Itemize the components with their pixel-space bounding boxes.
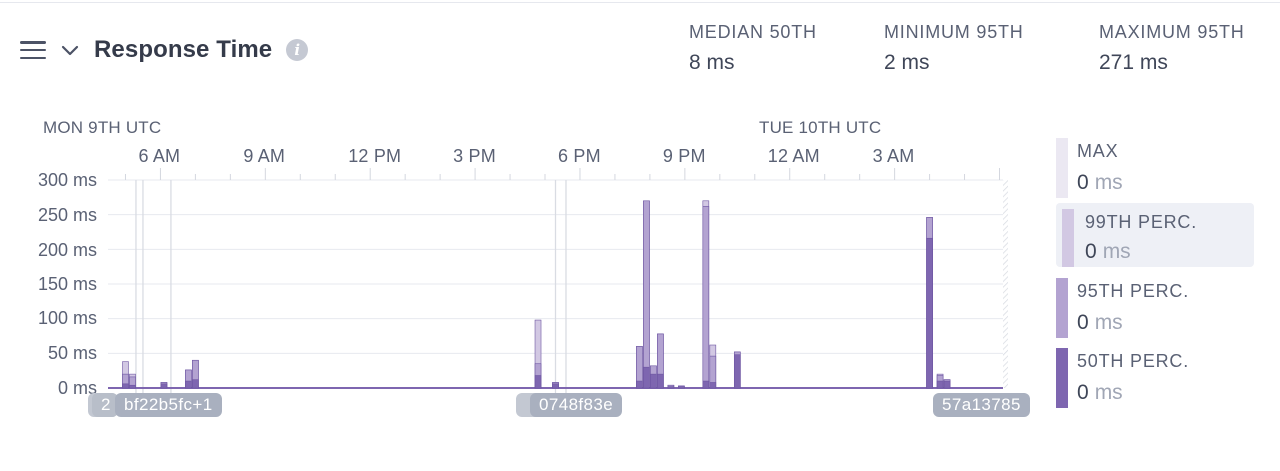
legend-value: 0 ms — [1085, 240, 1131, 263]
legend-label: MAX — [1077, 141, 1119, 161]
commit-pill[interactable]: 0748f83e — [530, 393, 623, 417]
bar-p50 — [709, 382, 717, 389]
bar-p50 — [733, 354, 741, 389]
bar-p50 — [552, 383, 559, 389]
bar-p50 — [185, 380, 192, 389]
legend-label: 50TH PERC. — [1077, 351, 1190, 371]
bar-p50 — [657, 373, 664, 389]
legend-value: 0 ms — [1077, 381, 1123, 404]
bar-p50 — [192, 379, 199, 389]
response-time-chart[interactable] — [0, 0, 1050, 420]
bar-p50 — [160, 383, 168, 389]
commit-pill[interactable]: bf22b5fc+1 — [115, 393, 222, 417]
stat-label: MAXIMUM 95TH — [1099, 22, 1245, 42]
future-hatch — [1003, 180, 1008, 388]
bar-p95 — [643, 200, 650, 389]
bar-p50 — [926, 237, 933, 389]
legend-value: 0 ms — [1077, 311, 1123, 334]
legend-swatch — [1062, 209, 1074, 267]
legend-item-99th[interactable]: 99TH PERC. 0 ms — [1056, 203, 1254, 267]
bar-p50 — [650, 373, 657, 389]
bar-p50 — [702, 380, 710, 389]
bar-p50 — [667, 386, 675, 389]
stat-maximum-95th: MAXIMUM 95TH 271 ms — [1099, 22, 1245, 75]
commit-pill[interactable]: 57a13785 — [933, 393, 1030, 417]
legend-swatch — [1056, 278, 1068, 338]
bar-p50 — [936, 380, 944, 389]
bar-p50 — [129, 384, 136, 389]
bar-p50 — [636, 380, 643, 389]
bar-p50 — [122, 383, 129, 389]
bar-p50 — [534, 375, 542, 389]
bar-p95 — [702, 206, 710, 389]
legend-item-50th[interactable]: 50TH PERC. 0 ms — [1056, 348, 1254, 412]
bar-p50 — [678, 386, 685, 389]
legend-value: 0 ms — [1077, 171, 1123, 194]
legend-label: 95TH PERC. — [1077, 281, 1190, 301]
legend-item-max[interactable]: MAX 0 ms — [1056, 138, 1254, 202]
legend-label: 99TH PERC. — [1085, 212, 1198, 232]
stat-value: 271 ms — [1099, 51, 1168, 74]
legend-swatch — [1056, 348, 1068, 408]
legend-item-95th[interactable]: 95TH PERC. 0 ms — [1056, 278, 1254, 342]
bar-p50 — [943, 380, 951, 389]
legend-swatch — [1056, 138, 1068, 198]
bar-p50 — [643, 366, 650, 389]
